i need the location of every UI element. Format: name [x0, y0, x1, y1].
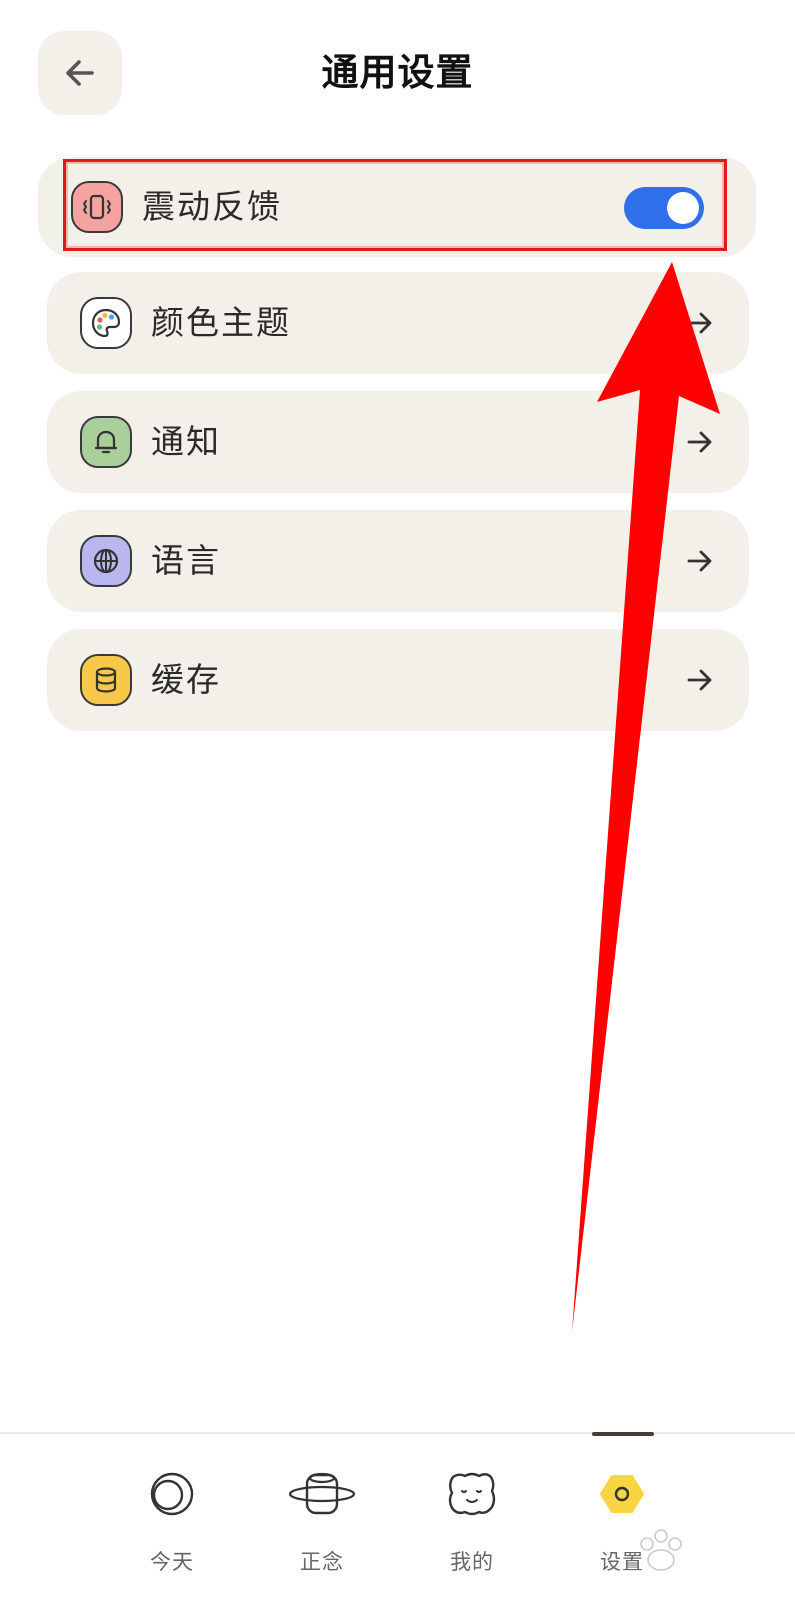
nav-item-settings[interactable]: 设置 — [562, 1432, 682, 1600]
nav-item-mine[interactable]: 我的 — [412, 1434, 532, 1600]
settings-row-haptic-feedback: 震动反馈 — [38, 157, 756, 257]
settings-item-label: 语言 — [151, 541, 221, 580]
toggle-knob — [667, 192, 699, 224]
haptic-feedback-toggle[interactable] — [624, 187, 704, 229]
arrow-right-icon — [687, 312, 712, 334]
color-theme-icon-badge — [80, 297, 132, 349]
nav-label: 正念 — [300, 1550, 344, 1574]
globe-icon — [93, 548, 119, 574]
arrow-right-icon — [687, 431, 712, 453]
nav-label: 设置 — [600, 1550, 644, 1574]
notifications-icon-badge — [80, 416, 132, 468]
hexagon-settings-icon — [600, 1475, 644, 1513]
database-icon — [95, 667, 117, 693]
nav-label: 我的 — [450, 1550, 494, 1574]
nav-icon-wrap — [132, 1466, 212, 1522]
nav-label: 今天 — [150, 1550, 194, 1574]
settings-item-label: 缓存 — [151, 660, 221, 699]
page-title: 通用设置 — [321, 51, 474, 94]
general-settings-screen: 通用设置 震动反馈 颜色主题 通知 语言 缓存 今天 正念 我的 设置 — [0, 0, 795, 1600]
nav-icon-wrap — [282, 1466, 362, 1522]
palette-icon — [91, 308, 121, 338]
face-cloud-icon — [448, 1472, 496, 1516]
haptic-feedback-label: 震动反馈 — [142, 187, 282, 226]
settings-row-notifications[interactable]: 通知 — [47, 391, 749, 493]
nav-icon-wrap — [432, 1466, 512, 1522]
nav-active-indicator — [592, 1432, 654, 1436]
settings-row-language[interactable]: 语言 — [47, 510, 749, 612]
nav-icon-wrap — [582, 1466, 662, 1522]
haptic-icon-badge — [71, 181, 123, 233]
arrow-right-icon — [687, 669, 712, 691]
cache-icon-badge — [80, 654, 132, 706]
arrow-right-icon — [687, 550, 712, 572]
planet-icon — [288, 1472, 356, 1515]
settings-row-cache[interactable]: 缓存 — [47, 629, 749, 731]
bottom-nav: 今天 正念 我的 设置 — [0, 1432, 795, 1600]
bell-icon — [94, 430, 118, 454]
language-icon-badge — [80, 535, 132, 587]
settings-row-color-theme[interactable]: 颜色主题 — [47, 272, 749, 374]
settings-item-label: 通知 — [151, 422, 221, 461]
settings-item-label: 颜色主题 — [151, 303, 291, 342]
moon-circle-icon — [150, 1472, 194, 1516]
vibrate-icon — [83, 194, 111, 220]
nav-item-today[interactable]: 今天 — [112, 1434, 232, 1600]
nav-item-mindfulness[interactable]: 正念 — [262, 1434, 382, 1600]
